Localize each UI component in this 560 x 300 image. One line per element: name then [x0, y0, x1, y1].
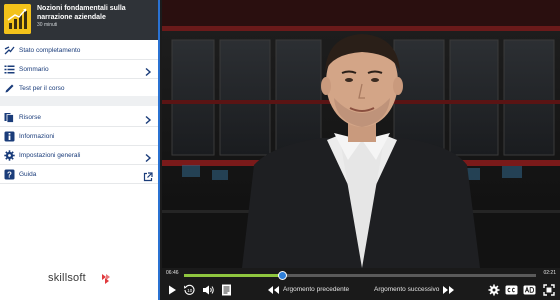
completion-status-icon: [4, 45, 15, 56]
chevron-right-icon: [144, 64, 152, 77]
closed-captions-button[interactable]: [505, 283, 518, 296]
menu-item-information[interactable]: Informazioni: [0, 127, 158, 146]
menu-item-completion-status[interactable]: Stato completamento: [0, 41, 158, 60]
video-frame[interactable]: [162, 0, 560, 268]
menu-item-label: Impostazioni generali: [19, 151, 81, 159]
fullscreen-button[interactable]: [542, 283, 555, 296]
presenter-video-image: [162, 0, 560, 268]
rewind-10-button[interactable]: 10: [183, 283, 196, 296]
course-thumbnail: [4, 4, 31, 34]
pencil-icon: [4, 83, 15, 94]
menu-item-label: Informazioni: [19, 132, 55, 140]
audio-description-icon: [523, 285, 536, 294]
next-icon: [443, 285, 454, 294]
current-time: 06:46: [166, 270, 179, 276]
sidebar-menu-secondary: Risorse Informazioni Impostazioni genera…: [0, 108, 158, 184]
menu-item-label: Guida: [19, 170, 37, 178]
skillsoft-logo-mark: [101, 272, 111, 290]
menu-item-summary[interactable]: Sommario: [0, 60, 158, 79]
menu-item-label: Sommario: [19, 65, 49, 73]
course-header: Nozioni fondamentali sulla narrazione az…: [0, 0, 158, 40]
list-icon: [4, 64, 15, 75]
rewind-icon: 10: [184, 284, 195, 295]
previous-topic-button[interactable]: [267, 283, 280, 296]
course-title: Nozioni fondamentali sulla narrazione az…: [37, 5, 126, 21]
info-icon: [4, 131, 15, 142]
resources-icon: [4, 112, 15, 123]
play-icon: [168, 285, 176, 294]
menu-item-help[interactable]: ? Guida: [0, 165, 158, 184]
progress-fill: [184, 274, 283, 277]
settings-button[interactable]: [487, 283, 500, 296]
svg-text:?: ?: [7, 170, 12, 179]
previous-icon: [268, 285, 279, 294]
audio-description-button[interactable]: [523, 283, 536, 296]
external-link-icon: [143, 169, 153, 182]
volume-icon: [203, 285, 214, 294]
player-controls: 06:46 02:21 10 Argomento precedente Argo…: [162, 268, 560, 300]
sidebar-menu-main: Stato completamento Sommario Test per il…: [0, 41, 158, 98]
transcript-button[interactable]: [220, 283, 233, 296]
volume-button[interactable]: [202, 283, 215, 296]
menu-item-label: Risorse: [19, 113, 42, 121]
sidebar: Nozioni fondamentali sulla narrazione az…: [0, 0, 160, 300]
menu-divider: [0, 96, 158, 106]
progress-bar[interactable]: [184, 271, 536, 280]
course-player: Nozioni fondamentali sulla narrazione az…: [0, 0, 560, 300]
total-time: 02:21: [543, 270, 556, 276]
chevron-right-icon: [144, 112, 152, 125]
closed-captions-icon: [505, 285, 518, 294]
skillsoft-logo: skillsoft: [48, 272, 86, 284]
chevron-right-icon: [144, 150, 152, 163]
course-duration: 30 minuti: [37, 22, 58, 28]
progress-handle[interactable]: [278, 271, 288, 280]
menu-item-label: Stato completamento: [19, 46, 81, 54]
menu-item-label: Test per il corso: [19, 84, 65, 92]
next-topic-label[interactable]: Argomento successivo: [374, 286, 439, 293]
gear-icon: [488, 284, 499, 295]
help-icon: ?: [4, 169, 15, 180]
previous-topic-label[interactable]: Argomento precedente: [283, 286, 349, 293]
play-button[interactable]: [165, 283, 178, 296]
menu-item-resources[interactable]: Risorse: [0, 108, 158, 127]
fullscreen-icon: [542, 283, 555, 296]
menu-item-general-settings[interactable]: Impostazioni generali: [0, 146, 158, 165]
rewind-seconds: 10: [187, 288, 193, 293]
gear-icon: [4, 149, 15, 161]
next-topic-button[interactable]: [442, 283, 455, 296]
document-icon: [222, 284, 231, 295]
